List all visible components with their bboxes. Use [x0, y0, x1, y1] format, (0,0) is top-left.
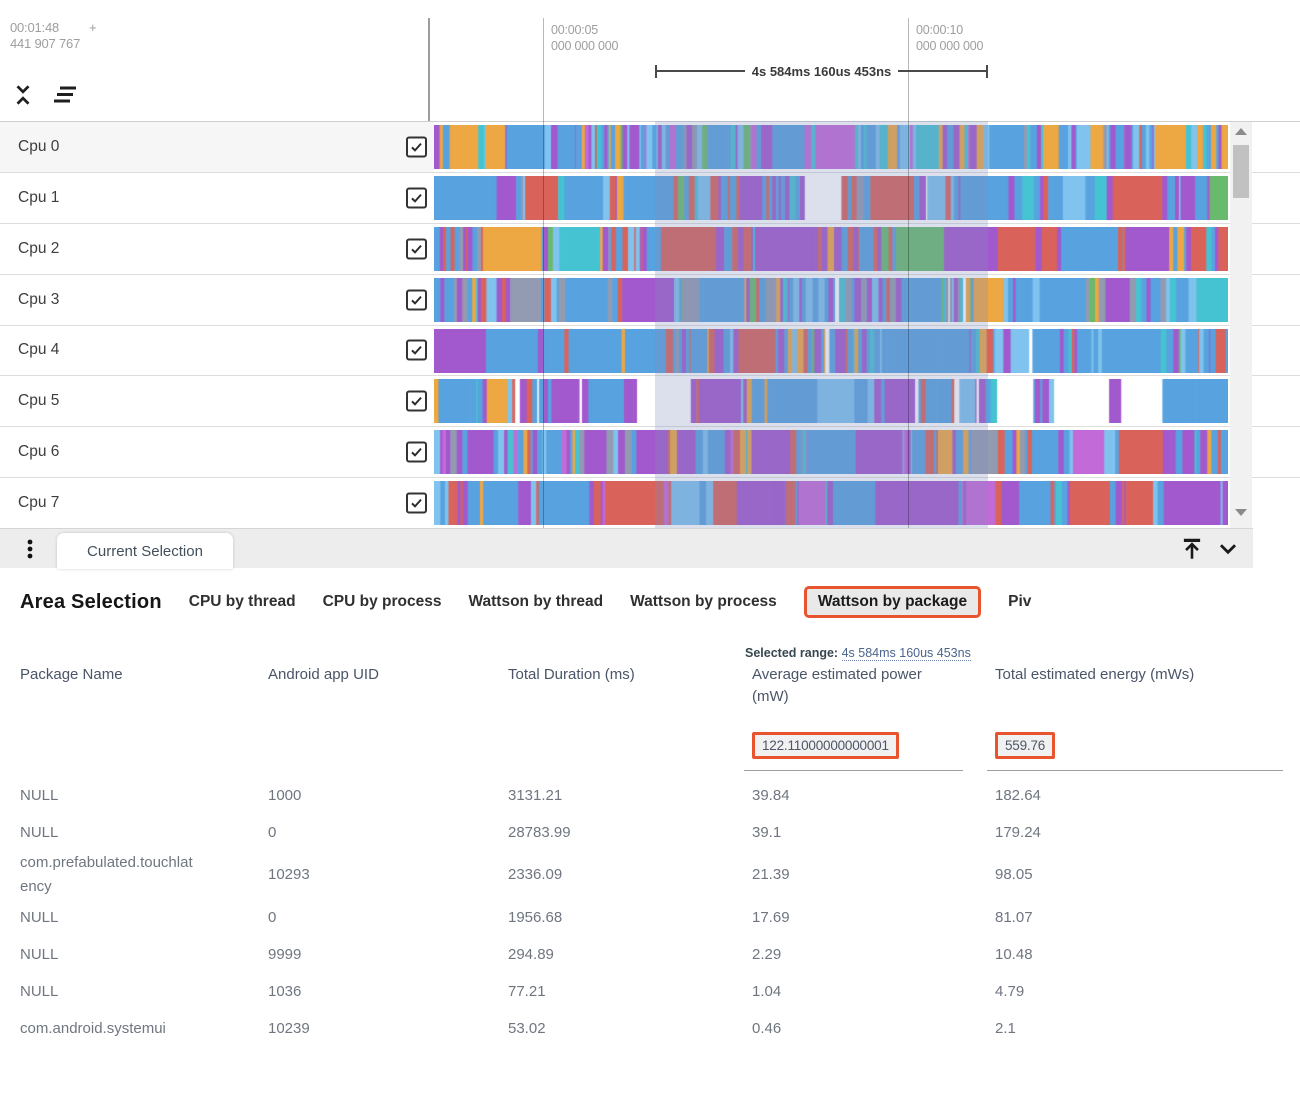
totals-underline-energy [987, 770, 1283, 771]
cpu-row-3: Cpu 3 [0, 275, 1300, 326]
table-totals-row: 122.11000000000001 559.76 [20, 732, 1283, 759]
trace-start-line [428, 18, 430, 121]
cpu-label: Cpu 3 [18, 291, 59, 309]
details-tab-strip: Current Selection [0, 528, 1253, 568]
cpu-track-canvas[interactable] [434, 379, 1228, 423]
cpu-label: Cpu 0 [18, 138, 59, 156]
checked-checkbox-icon[interactable] [406, 136, 427, 157]
wattson-package-table: Package Name Android app UID Total Durat… [20, 664, 1283, 1047]
cpu-track-canvas[interactable] [434, 176, 1228, 220]
cpu-track-canvas[interactable] [434, 430, 1228, 474]
cpu-row-6: Cpu 6 [0, 427, 1300, 478]
col-header-uid: Android app UID [268, 664, 508, 708]
table-row: NULL 0 28783.99 39.1 179.24 [20, 814, 1283, 851]
cpu-label: Cpu 5 [18, 392, 59, 410]
selected-range: Selected range: 4s 584ms 160us 453ns [745, 646, 971, 660]
cpu-track-canvas[interactable] [434, 125, 1228, 169]
tracks-scrollbar[interactable] [1230, 122, 1252, 528]
cpu-label: Cpu 7 [18, 494, 59, 512]
perfetto-trace-viewer: 00:01:48 + 441 907 767 00:00:05000 000 00… [0, 0, 1300, 1104]
cpu-track-canvas[interactable] [434, 278, 1228, 322]
kebab-menu-icon[interactable] [18, 537, 42, 561]
total-energy-highlight: 559.76 [995, 732, 1055, 759]
table-row: NULL 0 1956.68 17.69 81.07 [20, 899, 1283, 936]
cpu-track-canvas[interactable] [434, 329, 1228, 373]
cpu-row-1: Cpu 1 [0, 173, 1300, 224]
sort-icon[interactable] [52, 85, 78, 105]
col-header-duration: Total Duration (ms) [508, 664, 752, 708]
col-header-avg-power: Average estimated power (mW) [752, 664, 995, 708]
tick-line-5s [543, 18, 544, 528]
cpu-row-0: Cpu 0 [0, 122, 1300, 173]
checked-checkbox-icon[interactable] [406, 187, 427, 208]
table-row: NULL 1036 77.21 1.04 4.79 [20, 973, 1283, 1010]
tab-cpu-by-thread[interactable]: CPU by thread [189, 593, 296, 611]
scrollbar-thumb[interactable] [1233, 145, 1249, 198]
scroll-down-arrow-icon[interactable] [1235, 509, 1247, 516]
tab-wattson-by-thread[interactable]: Wattson by thread [468, 593, 603, 611]
table-row: com.prefabulated.touchlatency 10293 2336… [20, 851, 1283, 899]
cpu-row-2: Cpu 2 [0, 224, 1300, 275]
totals-underline-power [744, 770, 963, 771]
tick-label-10s: 00:00:10000 000 000 [916, 22, 983, 54]
cpu-row-4: Cpu 4 [0, 326, 1300, 377]
cpu-label: Cpu 2 [18, 240, 59, 258]
tab-pivot-truncated[interactable]: Piv [1008, 593, 1031, 611]
tick-line-10s [908, 18, 909, 528]
checked-checkbox-icon[interactable] [406, 493, 427, 514]
tab-wattson-by-package[interactable]: Wattson by package [804, 586, 981, 618]
selected-range-label: Selected range: [745, 646, 838, 660]
unfold-less-icon[interactable] [12, 84, 34, 106]
tick-label-5s: 00:00:05000 000 000 [551, 22, 618, 54]
cpu-label: Cpu 6 [18, 443, 59, 461]
cpu-row-5: Cpu 5 [0, 376, 1300, 427]
checked-checkbox-icon[interactable] [406, 289, 427, 310]
checked-checkbox-icon[interactable] [406, 340, 427, 361]
selected-range-value[interactable]: 4s 584ms 160us 453ns [842, 646, 971, 661]
total-avg-power-highlight: 122.11000000000001 [752, 732, 899, 759]
table-row: NULL 1000 3131.21 39.84 182.64 [20, 777, 1283, 814]
chevron-down-icon[interactable] [1215, 536, 1241, 562]
origin-plus: + [89, 20, 96, 35]
cpu-label: Cpu 4 [18, 341, 59, 359]
origin-time: 00:01:48 [10, 20, 59, 35]
selection-duration-label: 4s 584ms 160us 453ns [745, 64, 899, 79]
tab-current-selection[interactable]: Current Selection [57, 533, 233, 569]
scroll-up-arrow-icon[interactable] [1235, 128, 1247, 135]
tab-cpu-by-process[interactable]: CPU by process [323, 593, 442, 611]
cpu-track-canvas[interactable] [434, 227, 1228, 271]
bracket-right-cap [986, 65, 988, 78]
col-header-total-energy: Total estimated energy (mWs) [995, 664, 1283, 708]
panel-title: Area Selection [20, 591, 162, 614]
table-row: com.android.systemui 10239 53.02 0.46 2.… [20, 1010, 1283, 1047]
selection-duration-bracket: 4s 584ms 160us 453ns [655, 63, 988, 79]
cpu-row-7: Cpu 7 [0, 478, 1300, 528]
tab-wattson-by-process[interactable]: Wattson by process [630, 593, 777, 611]
cpu-label: Cpu 1 [18, 189, 59, 207]
table-row: NULL 9999 294.89 2.29 10.48 [20, 936, 1283, 973]
table-header-row: Package Name Android app UID Total Durat… [20, 664, 1283, 708]
cpu-track-canvas[interactable] [434, 481, 1228, 525]
origin-fraction: 441 907 767 [10, 36, 96, 52]
checked-checkbox-icon[interactable] [406, 238, 427, 259]
arrow-up-to-line-icon[interactable] [1179, 536, 1205, 562]
timeline-origin-timestamp: 00:01:48 + 441 907 767 [10, 20, 96, 52]
cpu-tracks-area: Cpu 0 Cpu 1 Cpu 2 Cpu 3 Cpu 4 [0, 121, 1300, 528]
area-selection-tab-bar: Area Selection CPU by thread CPU by proc… [20, 581, 1031, 623]
col-header-package: Package Name [20, 664, 268, 708]
table-body: NULL 1000 3131.21 39.84 182.64 NULL 0 28… [20, 777, 1283, 1047]
checked-checkbox-icon[interactable] [406, 442, 427, 463]
checked-checkbox-icon[interactable] [406, 391, 427, 412]
